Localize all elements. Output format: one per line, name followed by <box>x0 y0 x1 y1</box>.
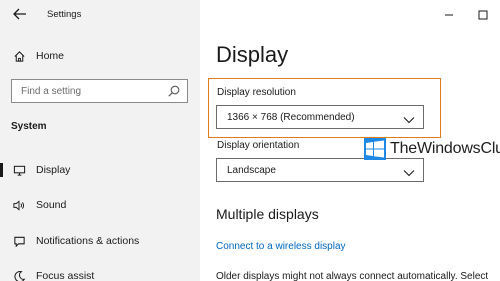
section-heading-system: System <box>11 121 47 132</box>
selected-indicator <box>0 163 3 177</box>
main-content: Display Display resolution 1366 × 768 (R… <box>200 0 500 281</box>
chevron-down-icon <box>403 165 415 177</box>
windows-logo-icon <box>364 138 386 160</box>
back-arrow-icon[interactable] <box>12 6 30 24</box>
search-placeholder: Find a setting <box>21 86 82 97</box>
page-title: Display <box>216 42 289 67</box>
older-displays-text: Older displays might not always connect … <box>216 271 489 281</box>
watermark-text: TheWindowsClub <box>390 140 500 157</box>
window-title: Settings <box>47 9 82 20</box>
display-resolution-dropdown[interactable]: 1366 × 768 (Recommended) <box>216 105 424 129</box>
sidebar-item-label: Focus assist <box>36 270 95 281</box>
settings-window: Settings Home Find a setting System Disp… <box>0 0 500 281</box>
speaker-icon <box>11 197 27 213</box>
sidebar: Settings Home Find a setting System Disp… <box>0 0 200 281</box>
display-resolution-label: Display resolution <box>217 87 296 98</box>
search-input[interactable]: Find a setting <box>11 79 188 103</box>
sidebar-item-display[interactable]: Display <box>0 157 200 183</box>
sidebar-item-home[interactable]: Home <box>0 43 200 69</box>
notification-icon <box>11 233 27 249</box>
window-controls <box>432 6 500 24</box>
sidebar-item-sound[interactable]: Sound <box>0 192 200 218</box>
sidebar-item-label: Notifications & actions <box>36 235 140 247</box>
monitor-icon <box>11 162 27 178</box>
minimize-icon[interactable] <box>432 6 466 24</box>
sidebar-item-focus-assist[interactable]: Focus assist <box>0 263 200 281</box>
sidebar-item-notifications[interactable]: Notifications & actions <box>0 228 200 254</box>
multiple-displays-heading: Multiple displays <box>216 206 319 222</box>
connect-wireless-display-link[interactable]: Connect to a wireless display <box>216 241 346 252</box>
watermark: TheWindowsClub <box>364 136 500 162</box>
home-icon <box>11 48 27 64</box>
chevron-down-icon <box>403 112 415 124</box>
search-icon <box>167 84 181 98</box>
dropdown-value: 1366 × 768 (Recommended) <box>227 112 355 123</box>
sidebar-item-label: Home <box>36 50 65 62</box>
sidebar-item-label: Display <box>36 164 71 176</box>
display-orientation-label: Display orientation <box>217 140 300 151</box>
moon-icon <box>11 268 27 281</box>
dropdown-value: Landscape <box>227 165 276 176</box>
sidebar-item-label: Sound <box>36 199 67 211</box>
maximize-icon[interactable] <box>466 6 500 24</box>
